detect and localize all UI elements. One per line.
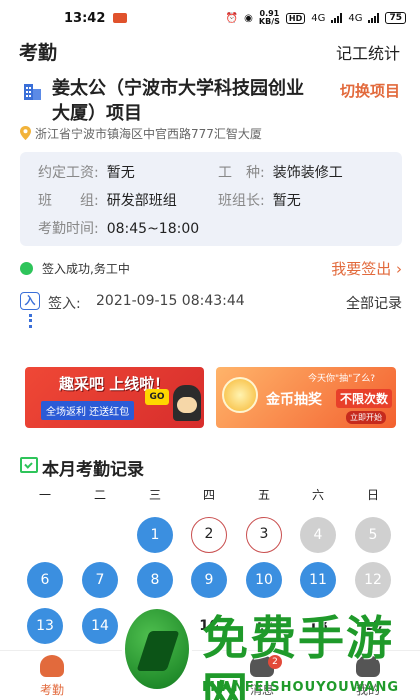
hours-row: 考勤时间: 08:45~18:00 [38,218,199,238]
calendar-day[interactable]: 8 [137,562,173,598]
alarm-icon: ⏰ [225,12,239,24]
wage-row: 约定工资: 暂无 [38,162,135,182]
battery-icon: 75 [385,12,406,24]
header: 考勤 记工统计 [0,36,420,66]
promo-banner-lottery[interactable]: 今天你"抽"了么? 金币抽奖 不限次数 立即开始 [216,367,396,428]
banner-go-badge: GO [145,389,169,405]
banner-right-top: 今天你"抽"了么? [308,374,376,384]
sign-in-icon: 入 [20,292,40,310]
weekday-thu: 四 [202,488,215,502]
calendar-day[interactable]: 13 [27,608,63,644]
signal-label-2: 4G [348,12,363,24]
group-row: 班 组: 研发部班组 [38,190,177,210]
nav-attendance[interactable]: 考勤 [12,655,92,698]
banner-start-button: 立即开始 [346,411,386,424]
location-pin-icon [20,126,31,140]
banner-left-subtitle: 全场返利 还送红包 [41,401,135,420]
status-time: 13:42 [64,10,106,26]
weekday-wed: 三 [148,488,161,502]
all-records-link[interactable]: 全部记录 [346,293,402,313]
hours-value: 08:45~18:00 [106,221,200,237]
calendar-day[interactable]: 6 [27,562,63,598]
sign-out-button[interactable]: 我要签出 › [331,258,402,279]
timeline-dots [29,314,32,328]
calendar-day[interactable]: 1 [137,517,173,553]
switch-project-button[interactable]: 切换项目 [340,80,400,101]
building-icon [24,84,41,100]
trade-row: 工 种: 装饰装修工 [218,162,343,182]
signal-label-1: 4G [311,12,326,24]
status-dot-icon [20,262,33,275]
wage-label: 约定工资: [38,165,99,181]
calendar-title: 本月考勤记录 [42,460,144,480]
status-bar: 13:42 ⏰ ◉ 0.91 KB/S HD 4G 4G 75 [0,0,420,36]
signal-icon-2 [368,13,380,23]
person-icon [40,655,64,677]
calendar-day[interactable]: 3 [246,517,282,553]
attendance-info-card: 约定工资: 暂无 工 种: 装饰装修工 班 组: 研发部班组 班组长: 暂无 考勤时间:… [20,152,402,246]
location-status-icon: ◉ [244,12,253,24]
watermark-subtext: MIANFEISHOUYOUWANG [202,680,400,695]
weekday-fri: 五 [257,488,270,502]
page-title: 考勤 [19,42,58,64]
trade-label: 工 种: [218,165,265,181]
trade-value: 装饰装修工 [272,165,343,181]
calendar-day[interactable]: 4 [300,517,336,553]
watermark-logo-icon [122,606,192,692]
calendar-day[interactable]: 10 [246,562,282,598]
group-value: 研发部班组 [106,193,177,209]
wage-value: 暂无 [106,165,135,181]
calendar-check-icon [20,457,38,473]
project-name: 姜太公（宁波市大学科技园创业大厦）项目 [52,78,304,124]
calendar-day[interactable]: 12 [355,562,391,598]
calendar-day[interactable]: 2 [191,517,227,553]
nav-attendance-label: 考勤 [39,683,64,697]
promo-banner-qucaiba[interactable]: 趣采吧 上线啦！ 全场返利 还送红包 GO [25,367,204,428]
weekday-sun: 日 [366,488,379,502]
app-notification-icon [113,13,128,23]
sign-in-time: 2021-09-15 08:43:44 [96,293,245,309]
sign-status-text: 签入成功,务工中 [42,262,130,276]
sign-in-label: 签入: [48,296,81,312]
weekday-mon: 一 [38,488,51,502]
work-stats-link[interactable]: 记工统计 [336,40,400,64]
leader-value: 暂无 [272,193,301,209]
watermark: 免费手游网 MIANFEISHOUYOUWANG [122,604,412,700]
calendar-day[interactable]: 5 [355,517,391,553]
project-address: 浙江省宁波市镇海区中官西路777汇智大厦 [35,127,262,141]
calendar-day[interactable]: 11 [300,562,336,598]
coin-icon [222,377,258,413]
hd-badge: HD [285,12,306,24]
group-label: 班 组: [38,193,99,209]
calendar-day[interactable]: 14 [82,608,118,644]
leader-row: 班组长: 暂无 [218,190,301,210]
signal-icon-1 [331,13,343,23]
cartoon-character-icon [173,385,201,421]
calendar-day[interactable]: 9 [191,562,227,598]
leader-label: 班组长: [218,193,265,209]
calendar-day[interactable]: 7 [82,562,118,598]
hours-label: 考勤时间: [38,221,99,237]
banner-right-tag: 不限次数 [336,389,393,408]
status-icons: ⏰ ◉ 0.91 KB/S HD 4G 4G 75 [226,10,406,26]
weekday-sat: 六 [311,488,324,502]
banner-right-title: 金币抽奖 [266,392,322,408]
net-speed: 0.91 KB/S [258,9,280,26]
weekday-tue: 二 [93,488,106,502]
